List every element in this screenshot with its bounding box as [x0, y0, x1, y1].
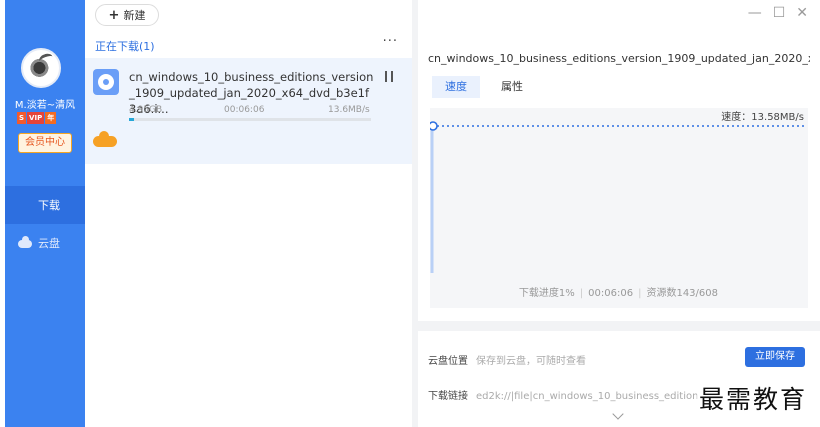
download-link-value[interactable]: ed2k://|file|cn_windows_10_business_edit… — [476, 391, 698, 402]
save-now-button[interactable]: 立即保存 — [745, 347, 805, 367]
username[interactable]: M.淡若~清风 — [5, 96, 85, 111]
section-divider — [418, 321, 820, 331]
year-badge: 年 — [45, 112, 57, 124]
current-speed: 速度：13.58MB/s — [721, 112, 804, 123]
task-size: 4.95GB — [129, 105, 163, 115]
sources-text: 资源数143/608 — [646, 288, 718, 299]
detail-tabs: 速度 属性 — [432, 76, 536, 98]
task-progress-bar — [129, 118, 371, 121]
pause-icon[interactable] — [385, 71, 393, 82]
tab-properties[interactable]: 属性 — [488, 76, 536, 98]
sidebar-item-download[interactable]: 下载 — [5, 186, 85, 224]
member-center-button[interactable]: 会员中心 — [18, 133, 72, 153]
cloud-icon — [18, 236, 32, 250]
task-progress-fill — [129, 118, 134, 121]
speed-chart: 速度：13.58MB/s 下载进度1% | 00:06:06 | 资源数143/608 — [430, 108, 808, 308]
cloud-location-label: 云盘位置 — [428, 356, 468, 367]
sidebar-item-label: 下载 — [38, 199, 60, 212]
sidebar: M.淡若~清风 S VIP 年 会员中心 下载 云盘 — [5, 0, 85, 427]
avatar[interactable] — [21, 48, 61, 88]
cloud-accelerate-icon[interactable] — [93, 131, 117, 147]
cloud-location-row: 云盘位置 保存到云盘，可随时查看 — [428, 352, 586, 367]
download-link-label: 下载链接 — [428, 391, 468, 402]
download-task-row[interactable]: cn_windows_10_business_editions_version_… — [85, 58, 412, 164]
speed-chart-graph — [430, 121, 806, 273]
more-options-icon[interactable]: ··· — [383, 34, 398, 49]
task-speed: 13.6MB/s — [328, 105, 370, 115]
vip-badge: VIP — [27, 112, 45, 124]
new-task-button[interactable]: + 新建 — [95, 4, 159, 26]
disc-file-icon — [93, 69, 119, 95]
sidebar-item-label: 云盘 — [38, 237, 60, 250]
badges: S VIP 年 — [17, 112, 57, 124]
tab-speed[interactable]: 速度 — [432, 76, 480, 98]
download-progress-text: 下载进度1% — [518, 288, 575, 299]
maximize-icon[interactable]: ☐ — [773, 5, 786, 21]
window-controls: — ☐ ✕ — [748, 5, 808, 21]
chevron-down-icon[interactable] — [612, 408, 624, 420]
cloud-location-value: 保存到云盘，可随时查看 — [476, 356, 586, 367]
download-link-row: 下载链接 ed2k://|file|cn_windows_10_business_… — [428, 387, 698, 402]
list-header: 正在下载(1) ··· — [85, 34, 412, 56]
elapsed-text: 00:06:06 — [588, 288, 634, 299]
close-icon[interactable]: ✕ — [796, 5, 808, 21]
svip-badge: S — [17, 112, 27, 124]
detail-filename: cn_windows_10_business_editions_version_… — [428, 52, 810, 65]
watermark: 最需教育 — [697, 380, 810, 416]
detail-pane: — ☐ ✕ cn_windows_10_business_editions_ve… — [418, 0, 820, 427]
sidebar-item-cloud[interactable]: 云盘 — [5, 224, 85, 262]
new-task-label: 新建 — [123, 9, 146, 22]
download-list-pane: + 新建 正在下载(1) ··· cn_windows_10_business_… — [85, 0, 412, 427]
downloading-title: 正在下载(1) — [95, 40, 155, 53]
chart-footer: 下载进度1% | 00:06:06 | 资源数143/608 — [518, 288, 718, 299]
speed-chart-point — [430, 121, 438, 131]
download-hex-icon — [18, 198, 32, 212]
plus-icon: + — [108, 7, 120, 23]
task-elapsed: 00:06:06 — [224, 105, 265, 115]
minimize-icon[interactable]: — — [748, 5, 762, 21]
